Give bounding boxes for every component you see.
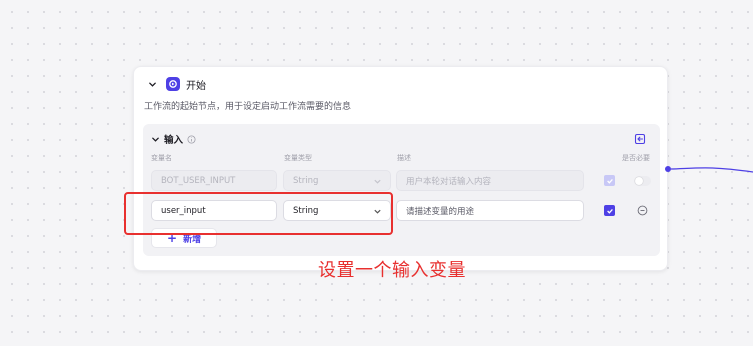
required-checkbox[interactable]: [604, 205, 615, 216]
annotation-text: 设置一个输入变量: [318, 260, 466, 281]
node-header: 开始: [146, 75, 206, 93]
node-description: 工作流的起始节点，用于设定启动工作流需要的信息: [144, 102, 352, 112]
variable-type-select: String: [283, 170, 391, 191]
collapse-chevron-icon[interactable]: [146, 78, 158, 90]
variable-description-field: 用户本轮对话输入内容: [396, 170, 584, 191]
column-name-label: 变量名: [151, 154, 172, 162]
row-toggle: [634, 176, 651, 186]
input-panel: 输入 变量名 变量类型 描述 是否必要 BOT_USER_INPUT Strin…: [143, 124, 660, 256]
section-chevron-icon[interactable]: [151, 135, 160, 144]
column-required-label: 是否必要: [622, 154, 650, 162]
column-type-label: 变量类型: [284, 154, 312, 162]
node-title: 开始: [186, 80, 206, 92]
column-description-label: 描述: [397, 154, 411, 162]
variable-description-input[interactable]: 请描述变量的用途: [396, 200, 584, 221]
remove-row-icon[interactable]: [637, 205, 648, 216]
variable-name-field: BOT_USER_INPUT: [151, 170, 277, 191]
input-section-header[interactable]: 输入: [151, 132, 196, 146]
start-node-icon: [166, 77, 180, 91]
chevron-down-icon: [374, 179, 381, 184]
expand-panel-icon[interactable]: [634, 133, 646, 145]
highlight-box: [124, 192, 393, 235]
input-section-title: 输入: [164, 135, 184, 146]
output-port[interactable]: [665, 166, 671, 172]
required-checkbox: [604, 175, 615, 186]
info-icon[interactable]: [187, 134, 196, 144]
start-node-card[interactable]: 开始 工作流的起始节点，用于设定启动工作流需要的信息 输入 变量名 变量类型 描…: [133, 66, 668, 271]
